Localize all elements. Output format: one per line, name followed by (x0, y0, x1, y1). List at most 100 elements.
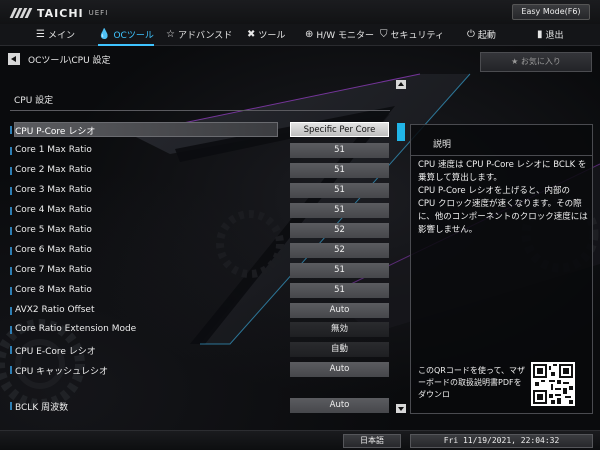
setting-row-e-core-ratio[interactable]: CPU E-Core レシオ 自動 (10, 342, 390, 358)
setting-value-button[interactable]: Auto (290, 303, 389, 318)
row-marker (10, 326, 12, 334)
setting-row-core2[interactable]: Core 2 Max Ratio 51 (10, 163, 390, 179)
setting-row-core4[interactable]: Core 4 Max Ratio 51 (10, 203, 390, 219)
row-marker (10, 307, 12, 315)
tab-hw-monitor-label: H/W モニター (316, 31, 374, 41)
setting-value-button[interactable]: 51 (290, 283, 389, 298)
tools-icon: ✖ (247, 29, 256, 40)
setting-value-button[interactable]: 52 (290, 243, 389, 258)
row-marker (10, 207, 12, 215)
status-bar: 日本語 Fri 11/19/2021, 22:04:32 (0, 430, 600, 450)
setting-row-core5[interactable]: Core 5 Max Ratio 52 (10, 223, 390, 239)
tab-main[interactable]: ☰ メイン (36, 24, 75, 46)
scrollbar-thumb[interactable] (397, 123, 405, 141)
row-marker (10, 167, 12, 175)
row-marker (10, 147, 12, 155)
easy-mode-button[interactable]: Easy Mode(F6) (512, 4, 590, 20)
section-divider (10, 110, 390, 111)
datetime-display: Fri 11/19/2021, 22:04:32 (410, 434, 593, 448)
language-button[interactable]: 日本語 (343, 434, 401, 448)
tab-tools[interactable]: ✖ ツール (247, 24, 285, 46)
tab-security-label: セキュリティ (390, 31, 444, 41)
shield-icon: ⛉ (380, 29, 388, 40)
setting-row-p-core-ratio[interactable]: CPU P-Core レシオ Specific Per Core (10, 122, 390, 138)
tab-main-label: メイン (47, 31, 75, 41)
setting-label: CPU E-Core レシオ (15, 347, 96, 357)
tab-oc-tools[interactable]: 💧 OCツール (98, 24, 154, 46)
setting-row-core7[interactable]: Core 7 Max Ratio 51 (10, 263, 390, 279)
setting-label: Core 5 Max Ratio (15, 225, 92, 235)
setting-label: CPU P-Core レシオ (15, 127, 96, 137)
row-marker (10, 287, 12, 295)
setting-row-core1[interactable]: Core 1 Max Ratio 51 (10, 143, 390, 159)
setting-value-button[interactable]: 51 (290, 183, 389, 198)
setting-label: Core 4 Max Ratio (15, 205, 92, 215)
tab-boot-label: 起動 (477, 31, 496, 41)
description-text: CPU 速度は CPU P-Core レシオに BCLK を乗算して算出します。… (418, 160, 588, 235)
row-marker (10, 346, 12, 354)
setting-value-button[interactable]: 51 (290, 263, 389, 278)
setting-label: Core 2 Max Ratio (15, 165, 92, 175)
setting-value-button[interactable]: 51 (290, 163, 389, 178)
setting-value-button[interactable]: 自動 (290, 342, 389, 357)
setting-row-core6[interactable]: Core 6 Max Ratio 52 (10, 243, 390, 259)
qr-caption: このQRコードを使って、マザーボードの取扱説明書PDFをダウンロ (418, 366, 526, 399)
tab-tools-label: ツール (258, 31, 286, 41)
setting-row-core-ratio-extension[interactable]: Core Ratio Extension Mode 無効 (10, 322, 390, 338)
menu-icon: ☰ (36, 29, 45, 40)
tab-oc-tools-label: OCツール (113, 31, 154, 41)
row-marker (10, 227, 12, 235)
tab-security[interactable]: ⛉ セキュリティ (380, 24, 444, 46)
active-tab-indicator (98, 43, 154, 46)
row-marker (10, 366, 12, 374)
row-marker (10, 267, 12, 275)
row-marker (10, 187, 12, 195)
setting-value-button[interactable]: 51 (290, 143, 389, 158)
brand-name: TAICHI (37, 6, 84, 20)
setting-value-button[interactable]: Auto (290, 398, 389, 413)
scroll-up-button[interactable] (396, 80, 406, 89)
setting-value-button[interactable]: 51 (290, 203, 389, 218)
taichi-logo: TAICHI UEFI (9, 6, 108, 20)
tab-boot[interactable]: ⏻ 起動 (467, 24, 496, 46)
oc-icon: 💧 (98, 29, 111, 40)
setting-label: Core 8 Max Ratio (15, 285, 92, 295)
breadcrumb-path: OCツール\CPU 設定 (28, 55, 111, 66)
main-nav: ☰ メイン 💧 OCツール ☆ アドバンスド ✖ ツール ⊕ H/W モニター … (0, 24, 600, 46)
description-divider (411, 155, 592, 156)
title-bar: TAICHI UEFI Easy Mode(F6) (0, 0, 600, 24)
section-title: CPU 設定 (14, 96, 54, 106)
setting-value-button[interactable]: Auto (290, 362, 389, 377)
tab-advanced-label: アドバンスド (177, 31, 233, 41)
setting-label: Core 6 Max Ratio (15, 245, 92, 255)
setting-value-button[interactable]: 52 (290, 223, 389, 238)
tab-exit-label: 退出 (545, 31, 564, 41)
tab-hw-monitor[interactable]: ⊕ H/W モニター (305, 24, 374, 46)
setting-row-avx2-offset[interactable]: AVX2 Ratio Offset Auto (10, 303, 390, 319)
setting-label: Core 3 Max Ratio (15, 185, 92, 195)
back-button[interactable] (8, 53, 20, 65)
setting-row-cache-ratio[interactable]: CPU キャッシュレシオ Auto (10, 362, 390, 378)
manual-qr-code (531, 362, 575, 406)
setting-row-core3[interactable]: Core 3 Max Ratio 51 (10, 183, 390, 199)
favorites-button[interactable]: ★ お気に入り (480, 52, 592, 72)
setting-row-bclk[interactable]: BCLK 周波数 Auto (10, 398, 390, 414)
tab-advanced[interactable]: ☆ アドバンスド (166, 24, 232, 46)
scroll-down-button[interactable] (396, 404, 406, 413)
tab-exit[interactable]: ▮ 退出 (537, 24, 564, 46)
setting-label: Core Ratio Extension Mode (15, 324, 137, 334)
breadcrumb: OCツール\CPU 設定 (8, 52, 111, 66)
star-icon: ☆ (166, 29, 175, 40)
setting-label: AVX2 Ratio Offset (15, 305, 95, 315)
setting-value-button[interactable]: 無効 (290, 322, 389, 337)
row-marker (10, 247, 12, 255)
taichi-logo-mark (9, 8, 33, 18)
description-panel: 説明 CPU 速度は CPU P-Core レシオに BCLK を乗算して算出し… (410, 124, 593, 414)
power-icon: ⏻ (467, 29, 475, 40)
setting-value-button[interactable]: Specific Per Core (290, 122, 389, 137)
setting-row-core8[interactable]: Core 8 Max Ratio 51 (10, 283, 390, 299)
row-marker (10, 402, 12, 410)
row-marker (10, 126, 12, 134)
setting-label: BCLK 周波数 (15, 403, 69, 413)
monitor-icon: ⊕ (305, 29, 314, 40)
